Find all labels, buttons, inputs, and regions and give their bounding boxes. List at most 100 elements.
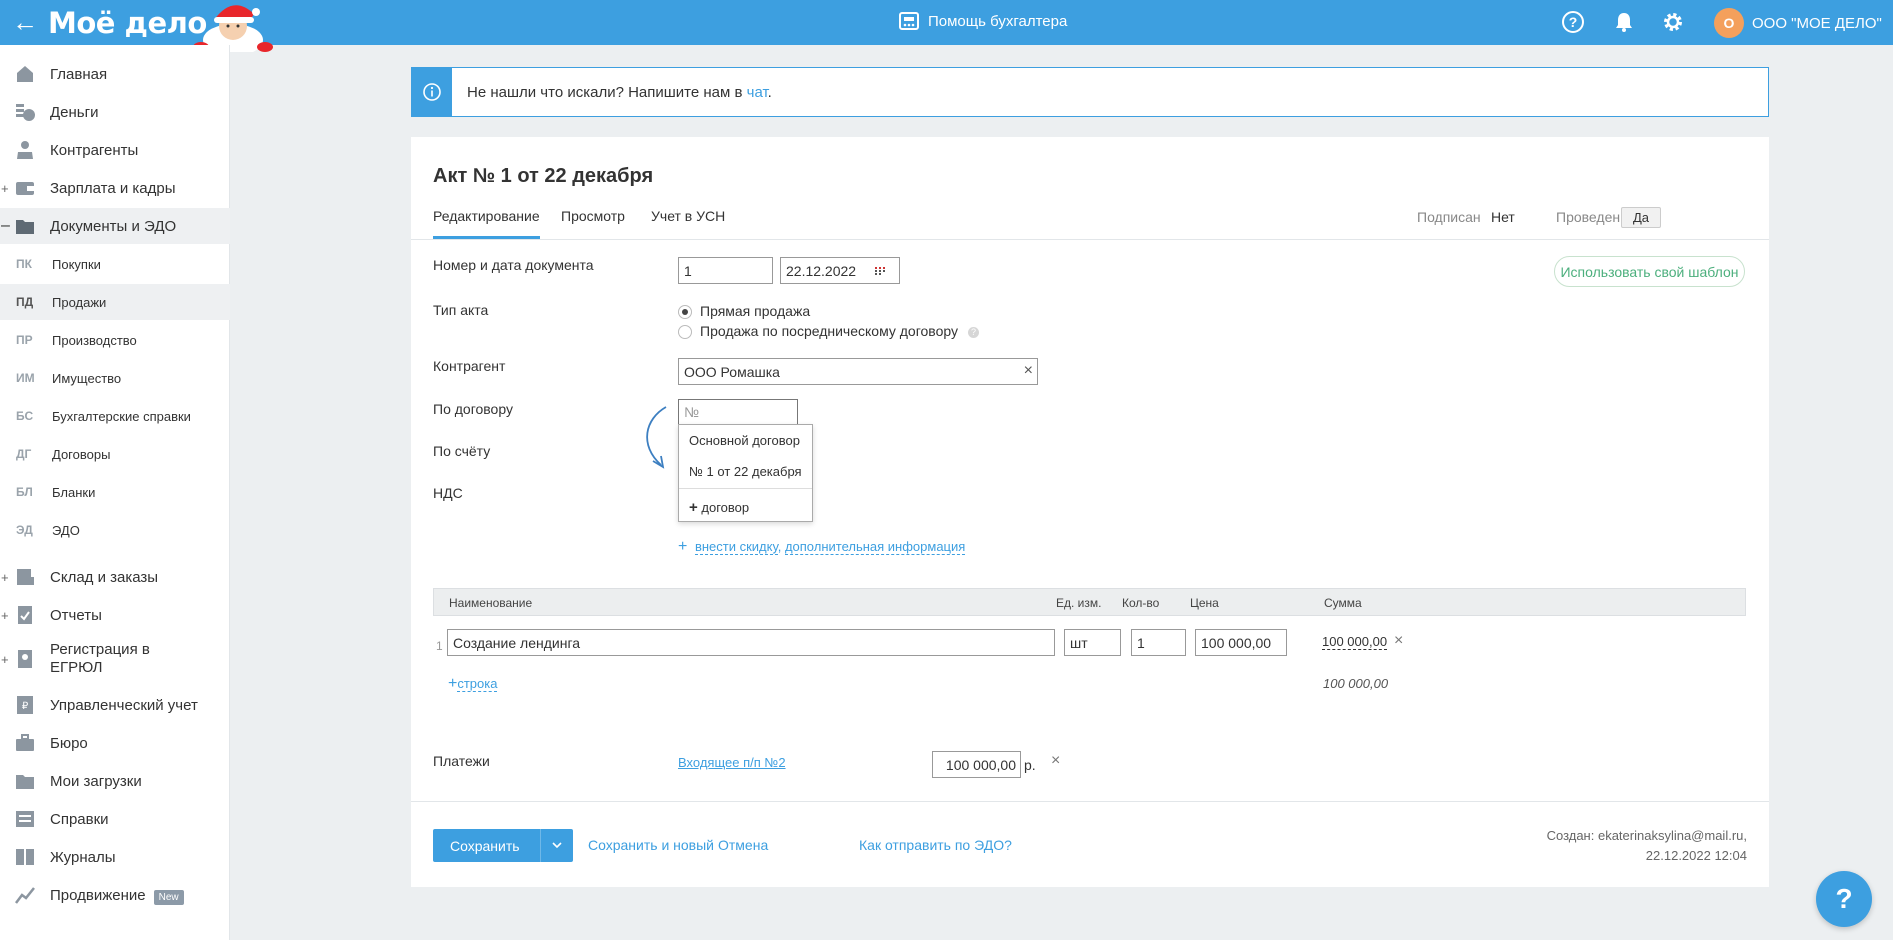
dropdown-option-main-contract[interactable]: Основной договор xyxy=(689,433,800,448)
sidebar-item-management[interactable]: ₽ Управленческий учет xyxy=(0,687,230,723)
item-unit-input[interactable]: шт xyxy=(1064,629,1121,656)
collapse-icon[interactable]: – xyxy=(1,217,10,235)
payment-order-link[interactable]: Входящее п/п №2 xyxy=(678,755,786,770)
question-icon[interactable]: ? xyxy=(968,326,979,338)
doc-number-input[interactable]: 1 xyxy=(678,257,773,284)
items-table-header: Наименование Ед. изм. Кол-во Цена Сумма xyxy=(433,588,1746,616)
contract-dropdown: Основной договор № 1 от 22 декабря + дог… xyxy=(678,424,813,522)
save-label: Сохранить xyxy=(450,837,520,854)
sidebar-subitem-sales[interactable]: ПД Продажи xyxy=(0,284,230,320)
logo[interactable]: Моё дело xyxy=(48,6,207,40)
add-discount-link[interactable]: внести скидку xyxy=(694,539,778,555)
bell-icon[interactable] xyxy=(1612,10,1636,34)
tab-preview[interactable]: Просмотр xyxy=(561,208,625,224)
sidebar-subitem-property[interactable]: ИМ Имущество xyxy=(0,360,230,396)
sidebar-item-label: Деньги xyxy=(50,103,99,121)
dropdown-option-contract-1[interactable]: № 1 от 22 декабря xyxy=(689,464,802,479)
contractor-input[interactable]: ООО Ромашка × xyxy=(678,358,1038,385)
avatar: О xyxy=(1714,8,1744,38)
remove-row-icon[interactable]: × xyxy=(1394,632,1403,650)
accountant-help-link[interactable]: Помощь бухгалтера xyxy=(898,11,1067,31)
promotion-label: Продвижение xyxy=(50,886,146,904)
info-end: . xyxy=(767,83,772,101)
sidebar-item-label: Продвижение New xyxy=(50,886,184,905)
svg-text:?: ? xyxy=(1569,14,1578,30)
sidebar-item-bureau[interactable]: Бюро xyxy=(0,725,230,761)
plus-icon: + xyxy=(689,499,698,516)
use-template-button[interactable]: Использовать свой шаблон xyxy=(1554,256,1745,287)
back-arrow-icon[interactable]: ← xyxy=(12,9,38,35)
sidebar-item-reports[interactable]: + Отчеты xyxy=(0,597,230,633)
expand-icon[interactable]: + xyxy=(1,608,9,623)
sidebar-item-downloads[interactable]: Мои загрузки xyxy=(0,763,230,799)
curved-arrow-icon xyxy=(646,406,667,469)
payment-amount-input[interactable]: 100 000,00 xyxy=(932,751,1021,778)
sidebar-subitem-accounting-certificates[interactable]: БС Бухгалтерские справки xyxy=(0,398,230,434)
tab-usn[interactable]: Учет в УСН xyxy=(651,208,725,224)
signed-label: Подписан xyxy=(1417,209,1481,225)
page-title: Акт № 1 от 22 декабря xyxy=(433,165,654,187)
sidebar-subitem-forms[interactable]: БЛ Бланки xyxy=(0,474,230,510)
sidebar-item-warehouse[interactable]: + Склад и заказы xyxy=(0,559,230,595)
clear-icon[interactable]: × xyxy=(1024,362,1033,380)
save-button[interactable]: Сохранить xyxy=(433,829,573,862)
promotion-icon xyxy=(15,887,35,904)
sidebar-subitem-edo[interactable]: ЭД ЭДО xyxy=(0,512,230,548)
chevron-down-icon[interactable] xyxy=(540,829,573,862)
created-info: Создан: ekaterinaksylina@mail.ru, 22.12.… xyxy=(1547,826,1747,866)
expand-icon[interactable]: + xyxy=(1,570,9,585)
number-date-label: Номер и дата документа xyxy=(433,257,594,273)
radio-agent-sale[interactable] xyxy=(678,325,692,339)
sidebar-item-promotion[interactable]: Продвижение New xyxy=(0,877,230,913)
col-name: Наименование xyxy=(449,596,533,610)
contract-input[interactable]: № xyxy=(678,399,798,425)
item-sum[interactable]: 100 000,00 xyxy=(1322,634,1388,650)
sidebar-item-registration[interactable]: + Регистрация в ЕГРЮЛ xyxy=(0,636,230,682)
company-menu[interactable]: О ООО "МОЕ ДЕЛО" xyxy=(1714,8,1882,38)
sidebar-subitem-contracts[interactable]: ДГ Договоры xyxy=(0,436,230,472)
calendar-icon[interactable] xyxy=(875,267,885,275)
remove-payment-icon[interactable]: × xyxy=(1051,752,1060,770)
direct-sale-label[interactable]: Прямая продажа xyxy=(700,303,810,319)
help-fab-icon[interactable]: ? xyxy=(1816,871,1872,927)
expand-icon[interactable]: + xyxy=(1,181,9,196)
sidebar-subitem-production[interactable]: ПР Производство xyxy=(0,322,230,358)
sidebar-item-money[interactable]: Деньги xyxy=(0,94,230,130)
sidebar-item-label: Журналы xyxy=(50,848,116,866)
save-and-new-link[interactable]: Сохранить и новый xyxy=(588,837,714,853)
subitem-abbr: ПР xyxy=(16,333,33,347)
sidebar-item-salary[interactable]: + Зарплата и кадры xyxy=(0,170,230,206)
chat-link[interactable]: чат xyxy=(747,84,768,101)
item-name-input[interactable]: Создание лендинга xyxy=(447,629,1055,656)
dropdown-add-contract[interactable]: + договор xyxy=(689,499,749,516)
sidebar-item-certificates[interactable]: Справки xyxy=(0,801,230,837)
cancel-link[interactable]: Отмена xyxy=(718,837,768,853)
tab-edit[interactable]: Редактирование xyxy=(433,208,540,239)
registration-line2: ЕГРЮЛ xyxy=(50,659,103,676)
sidebar-subitem-purchases[interactable]: ПК Покупки xyxy=(0,246,230,282)
help-icon[interactable]: ? xyxy=(1561,10,1585,34)
sidebar-item-contractors[interactable]: Контрагенты xyxy=(0,132,230,168)
new-badge: New xyxy=(153,889,184,905)
sidebar-item-label: Документы и ЭДО xyxy=(50,217,177,235)
signed-value[interactable]: Нет xyxy=(1491,209,1515,225)
sidebar-item-documents[interactable]: – Документы и ЭДО xyxy=(0,208,230,244)
tabs-divider xyxy=(411,239,1769,240)
posted-toggle[interactable]: Да xyxy=(1621,207,1661,228)
add-row-link[interactable]: +строка xyxy=(448,675,498,693)
sidebar-item-home[interactable]: Главная xyxy=(0,56,230,92)
item-price-input[interactable]: 100 000,00 xyxy=(1195,629,1287,656)
radio-direct-sale[interactable] xyxy=(678,305,692,319)
additional-info-link[interactable]: дополнительная информация xyxy=(784,539,966,555)
agent-sale-option[interactable]: Продажа по посредническому договору? xyxy=(700,323,979,339)
doc-date-input[interactable]: 22.12.2022 xyxy=(780,257,900,284)
dropdown-add-label: договор xyxy=(701,500,750,515)
sidebar-item-journals[interactable]: Журналы xyxy=(0,839,230,875)
gear-icon[interactable] xyxy=(1661,10,1685,34)
item-qty-input[interactable]: 1 xyxy=(1131,629,1186,656)
sidebar-item-label: Главная xyxy=(50,65,108,83)
expand-icon[interactable]: + xyxy=(1,652,9,667)
invoice-label: По счёту xyxy=(433,443,491,459)
sidebar-item-label: Управленческий учет xyxy=(50,696,198,714)
edo-help-link[interactable]: Как отправить по ЭДО? xyxy=(859,837,1012,853)
